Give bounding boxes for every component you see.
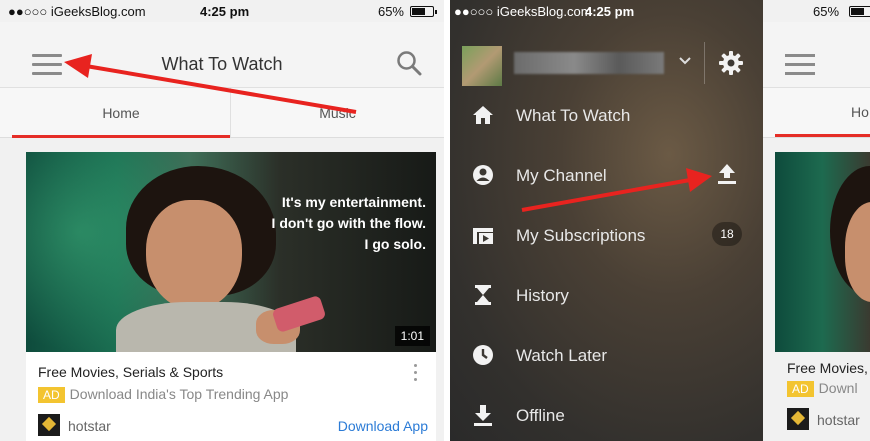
app-bar: What To Watch	[0, 22, 444, 88]
right-screen-partial: 65% Ho Free Movies, AD Downl hotstar	[763, 0, 870, 441]
drawer-item-label: My Subscriptions	[516, 226, 646, 245]
thumbnail-quote: It's my entertainment. I don't go with t…	[271, 194, 426, 252]
video-thumbnail[interactable]: It's my entertainment. I don't go with t…	[26, 152, 436, 352]
status-bar: 65%	[763, 0, 870, 22]
video-duration: 1:01	[394, 326, 430, 346]
gear-icon[interactable]	[718, 50, 744, 76]
navigation-drawer: ●●○○○ iGeeksBlog.com 4:25 pm What To Wat…	[450, 0, 763, 441]
more-options-icon[interactable]	[414, 364, 418, 386]
ad-text: Downl	[818, 380, 858, 396]
drawer-item-label: Watch Later	[516, 346, 608, 365]
tab-bar: Ho	[763, 88, 870, 138]
brand-row: hotstar	[787, 408, 870, 432]
drawer-item-offline[interactable]: Offline	[450, 386, 763, 441]
download-icon	[474, 405, 492, 426]
ad-row: AD Downl	[787, 380, 858, 397]
avatar[interactable]	[462, 46, 502, 86]
tab-music[interactable]: Music	[230, 88, 444, 138]
drawer-item-label: What To Watch	[516, 106, 631, 125]
drawer-header	[450, 22, 763, 92]
carrier-label: ●●○○○ iGeeksBlog.com	[454, 4, 592, 19]
account-icon	[473, 165, 493, 185]
ad-row: AD Download India's Top Trending App	[38, 386, 288, 403]
upload-icon[interactable]	[716, 162, 738, 186]
chevron-down-icon[interactable]	[678, 54, 692, 68]
drawer-item-what-to-watch[interactable]: What To Watch	[450, 86, 763, 146]
ad-text: Download India's Top Trending App	[69, 386, 289, 402]
status-time: 4:25 pm	[585, 4, 635, 19]
drawer-status-bar: ●●○○○ iGeeksBlog.com 4:25 pm	[450, 0, 763, 22]
battery-percent: 65%	[377, 4, 404, 19]
app-bar	[763, 22, 870, 88]
search-icon[interactable]	[396, 50, 422, 76]
ad-badge: AD	[787, 381, 814, 397]
brand-name: hotstar	[817, 412, 860, 428]
battery-percent: 65%	[813, 4, 840, 19]
hourglass-icon	[475, 285, 491, 305]
home-icon	[473, 106, 493, 124]
hotstar-logo-icon	[38, 414, 60, 436]
ad-badge: AD	[38, 387, 65, 403]
subscriptions-icon	[473, 228, 493, 244]
drawer-item-label: Offline	[516, 406, 565, 425]
carrier-label: ●●○○○ iGeeksBlog.com	[8, 4, 146, 19]
left-screen: ●●○○○ iGeeksBlog.com 4:25 pm 65% What To…	[0, 0, 444, 441]
hotstar-logo-icon	[787, 408, 809, 430]
brand-name: hotstar	[68, 418, 111, 434]
subscriptions-count-badge: 18	[712, 222, 742, 246]
video-card[interactable]: It's my entertainment. I don't go with t…	[26, 152, 436, 441]
download-app-link[interactable]: Download App	[338, 418, 428, 434]
brand-row: hotstar Download App	[38, 414, 428, 438]
hamburger-menu-icon[interactable]	[785, 54, 815, 76]
battery-icon	[410, 6, 437, 17]
video-thumbnail[interactable]	[775, 152, 870, 352]
drawer-item-label: My Channel	[516, 166, 607, 185]
battery-icon	[849, 6, 870, 17]
drawer-item-my-subscriptions[interactable]: My Subscriptions 18	[450, 206, 763, 266]
video-title[interactable]: Free Movies, Serials & Sports	[38, 364, 223, 380]
account-name-blurred[interactable]	[514, 52, 664, 74]
clock-icon	[473, 345, 493, 365]
tab-bar: Home Music	[0, 88, 444, 138]
video-title[interactable]: Free Movies,	[787, 360, 868, 376]
drawer-item-watch-later[interactable]: Watch Later	[450, 326, 763, 386]
status-time: 4:25 pm	[200, 4, 250, 19]
page-title: What To Watch	[161, 54, 283, 74]
tab-home[interactable]: Home	[12, 88, 230, 138]
drawer-item-history[interactable]: History	[450, 266, 763, 326]
tab-home[interactable]: Ho	[851, 104, 869, 120]
drawer-item-my-channel[interactable]: My Channel	[450, 146, 763, 206]
status-bar: ●●○○○ iGeeksBlog.com 4:25 pm 65%	[0, 0, 444, 22]
drawer-item-label: History	[516, 286, 569, 305]
